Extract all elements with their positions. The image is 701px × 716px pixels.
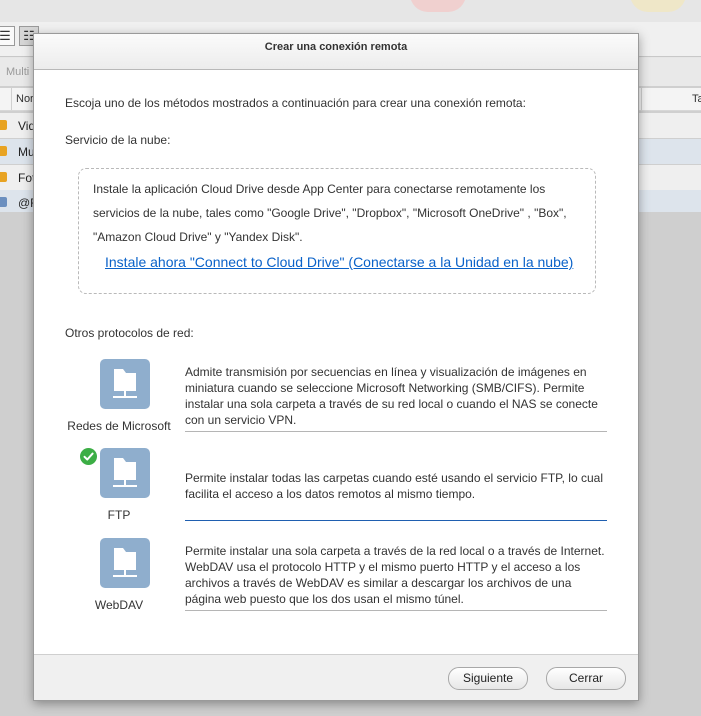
decorative-shape (410, 0, 466, 12)
next-button[interactable]: Siguiente (448, 667, 528, 690)
other-protocols-label: Otros protocolos de red: (65, 326, 194, 340)
network-folder-icon[interactable] (100, 359, 150, 409)
cloud-service-box: Instale la aplicación Cloud Drive desde … (78, 168, 596, 294)
install-cloud-drive-link[interactable]: Instale ahora "Connect to Cloud Drive" (… (105, 254, 573, 270)
protocol-description: Permite instalar todas las carpetas cuan… (185, 471, 603, 501)
protocol-name: FTP (107, 508, 131, 522)
folder-icon (0, 172, 7, 182)
protocol-divider (185, 520, 607, 521)
column-separator (11, 88, 12, 110)
network-folder-icon[interactable] (100, 448, 150, 498)
protocol-description: Permite instalar una sola carpeta a trav… (185, 544, 605, 606)
intro-text: Escoja uno de los métodos mostrados a co… (65, 96, 526, 110)
folder-icon (0, 120, 7, 130)
remote-connection-dialog: Crear una conexión remota Escoja uno de … (33, 33, 639, 701)
protocol-name: WebDAV (94, 598, 144, 612)
dialog-footer: Siguiente Cerrar (34, 654, 638, 700)
protocol-option-ftp[interactable]: FTP Permite instalar todas las carpetas … (64, 446, 614, 526)
protocol-name: Redes de Microsoft (67, 419, 171, 433)
dialog-title: Crear una conexión remota (34, 34, 638, 70)
column-separator (641, 88, 642, 110)
protocol-option-webdav[interactable]: WebDAV Permite instalar una sola carpeta… (64, 536, 614, 616)
background-tab-label[interactable]: Multi (6, 66, 29, 78)
network-folder-icon[interactable] (100, 538, 150, 588)
cloud-description: Instale la aplicación Cloud Drive desde … (93, 182, 567, 244)
decorative-shape (630, 0, 686, 12)
column-header-type[interactable]: Ta (692, 93, 701, 105)
cloud-service-label: Servicio de la nube: (65, 133, 171, 147)
protocol-description: Admite transmisión por secuencias en lín… (185, 365, 598, 427)
protocol-option-microsoft[interactable]: Redes de Microsoft Admite transmisión po… (64, 357, 614, 437)
list-view-icon[interactable]: ☰ (0, 26, 15, 46)
close-button[interactable]: Cerrar (546, 667, 626, 690)
network-icon (0, 197, 7, 207)
folder-icon (0, 146, 7, 156)
column-header-name[interactable]: Nor (16, 93, 34, 105)
protocol-divider (185, 610, 607, 611)
selected-check-icon (80, 448, 97, 465)
protocol-divider (185, 431, 607, 432)
